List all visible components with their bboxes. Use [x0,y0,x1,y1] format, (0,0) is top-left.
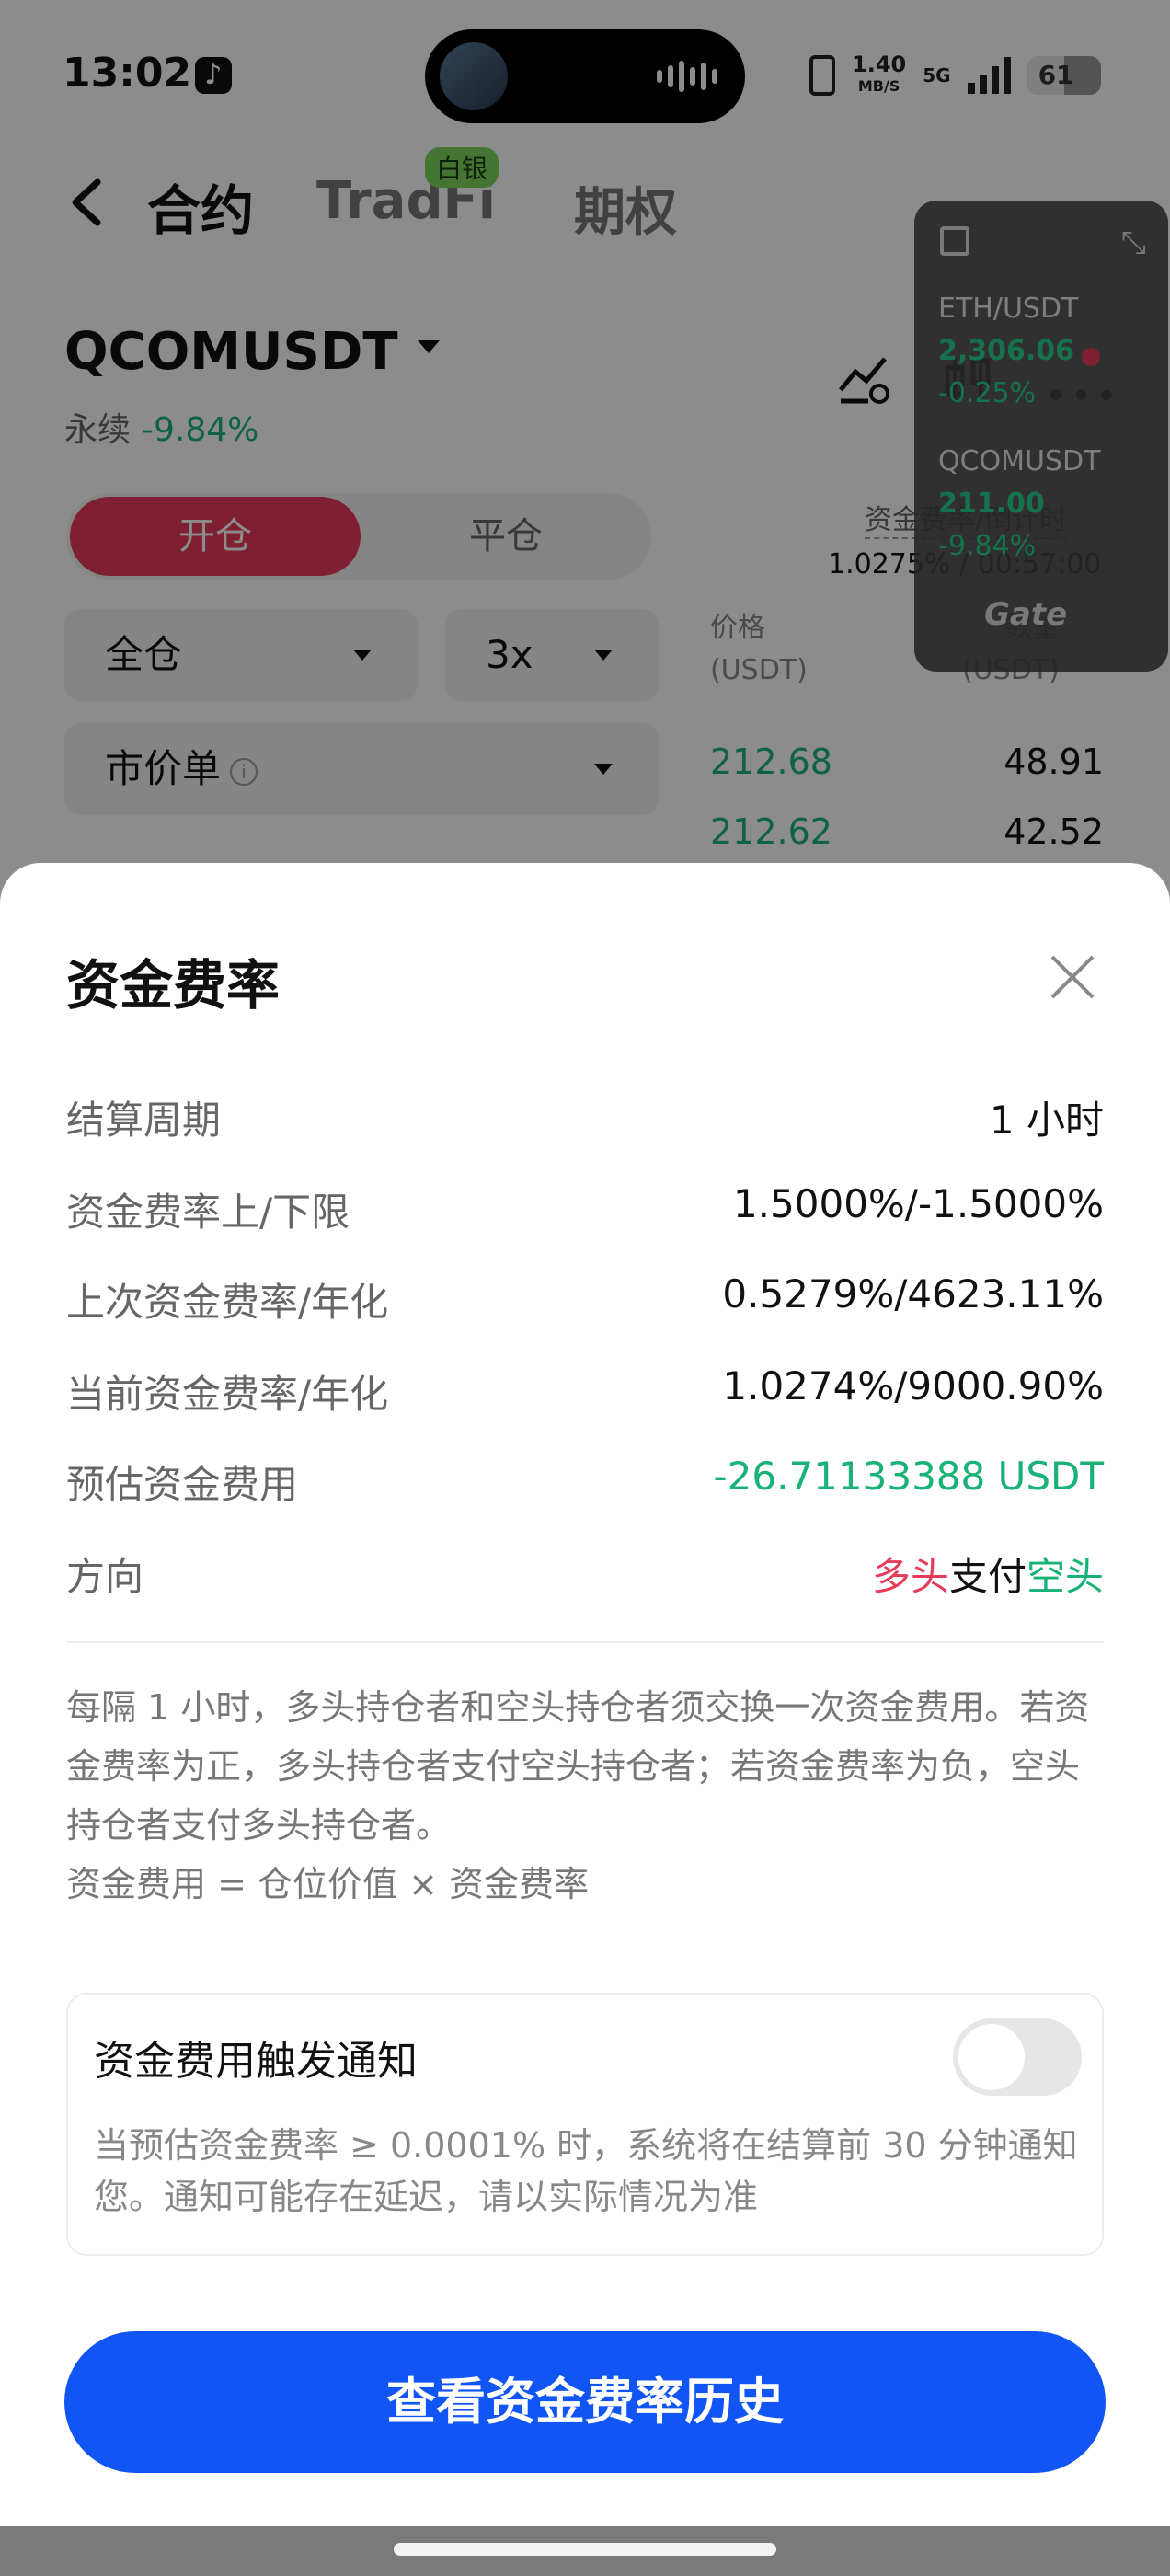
row-label: 资金费率上/下限 [66,1190,350,1235]
home-indicator[interactable] [394,2543,776,2556]
row-value: 1 小时 [989,1098,1104,1143]
notification-description: 当预估资金费率 ≥ 0.0001% 时，系统将在结算前 30 分钟通知您。通知可… [94,2125,1078,2217]
row-label: 结算周期 [66,1098,222,1143]
row-value: 1.0274%/9000.90% [722,1363,1104,1409]
funding-description: 每隔 1 小时，多头持仓者和空头持仓者须交换一次资金费用。若资金费率为正，多头持… [66,1678,1104,1914]
notification-toggle[interactable] [953,2018,1082,2096]
direction-value: 多头支付空头 [872,1546,1104,1602]
view-history-button[interactable]: 查看资金费率历史 [64,2331,1106,2473]
direction-short: 空头 [1026,1554,1104,1599]
row-label: 预估资金费用 [66,1462,299,1507]
last-rate-row: 上次资金费率/年化 0.5279%/4623.11% [66,1271,1104,1327]
notification-card: 资金费用触发通知 当预估资金费率 ≥ 0.0001% 时，系统将在结算前 30 … [66,1993,1104,2256]
toggle-knob [958,2024,1025,2090]
close-icon[interactable] [1047,951,1098,1003]
rate-limits-row: 资金费率上/下限 1.5000%/-1.5000% [66,1181,1104,1236]
direction-row: 方向 多头支付空头 [66,1546,1104,1601]
row-label: 上次资金费率/年化 [66,1280,389,1325]
divider [66,1641,1104,1643]
notification-title: 资金费用触发通知 [94,2038,418,2085]
row-value: 1.5000%/-1.5000% [732,1181,1104,1226]
funding-rate-sheet: 资金费率 结算周期 1 小时 资金费率上/下限 1.5000%/-1.5000%… [0,863,1170,2576]
settlement-period-row: 结算周期 1 小时 [66,1089,1104,1144]
row-label: 方向 [66,1554,144,1599]
estimated-fee-value: -26.71133388 USDT [713,1454,1104,1499]
row-value: 0.5279%/4623.11% [722,1271,1104,1317]
direction-pay: 支付 [948,1554,1027,1599]
direction-long: 多头 [871,1554,949,1599]
sheet-title: 资金费率 [66,954,281,1017]
description-text: 每隔 1 小时，多头持仓者和空头持仓者须交换一次资金费用。若资金费率为正，多头持… [66,1687,1090,1846]
current-rate-row: 当前资金费率/年化 1.0274%/9000.90% [66,1363,1104,1419]
formula-text: 资金费用 = 仓位价值 × 资金费率 [66,1864,589,1904]
estimated-fee-row: 预估资金费用 -26.71133388 USDT [66,1454,1104,1509]
row-label: 当前资金费率/年化 [66,1372,389,1417]
